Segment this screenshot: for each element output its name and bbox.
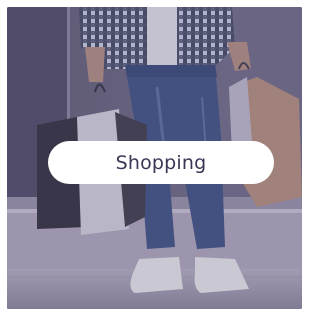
category-label-pill[interactable]: Shopping [48,141,274,184]
category-card-shopping[interactable]: Shopping [7,7,302,309]
category-label: Shopping [115,151,207,174]
